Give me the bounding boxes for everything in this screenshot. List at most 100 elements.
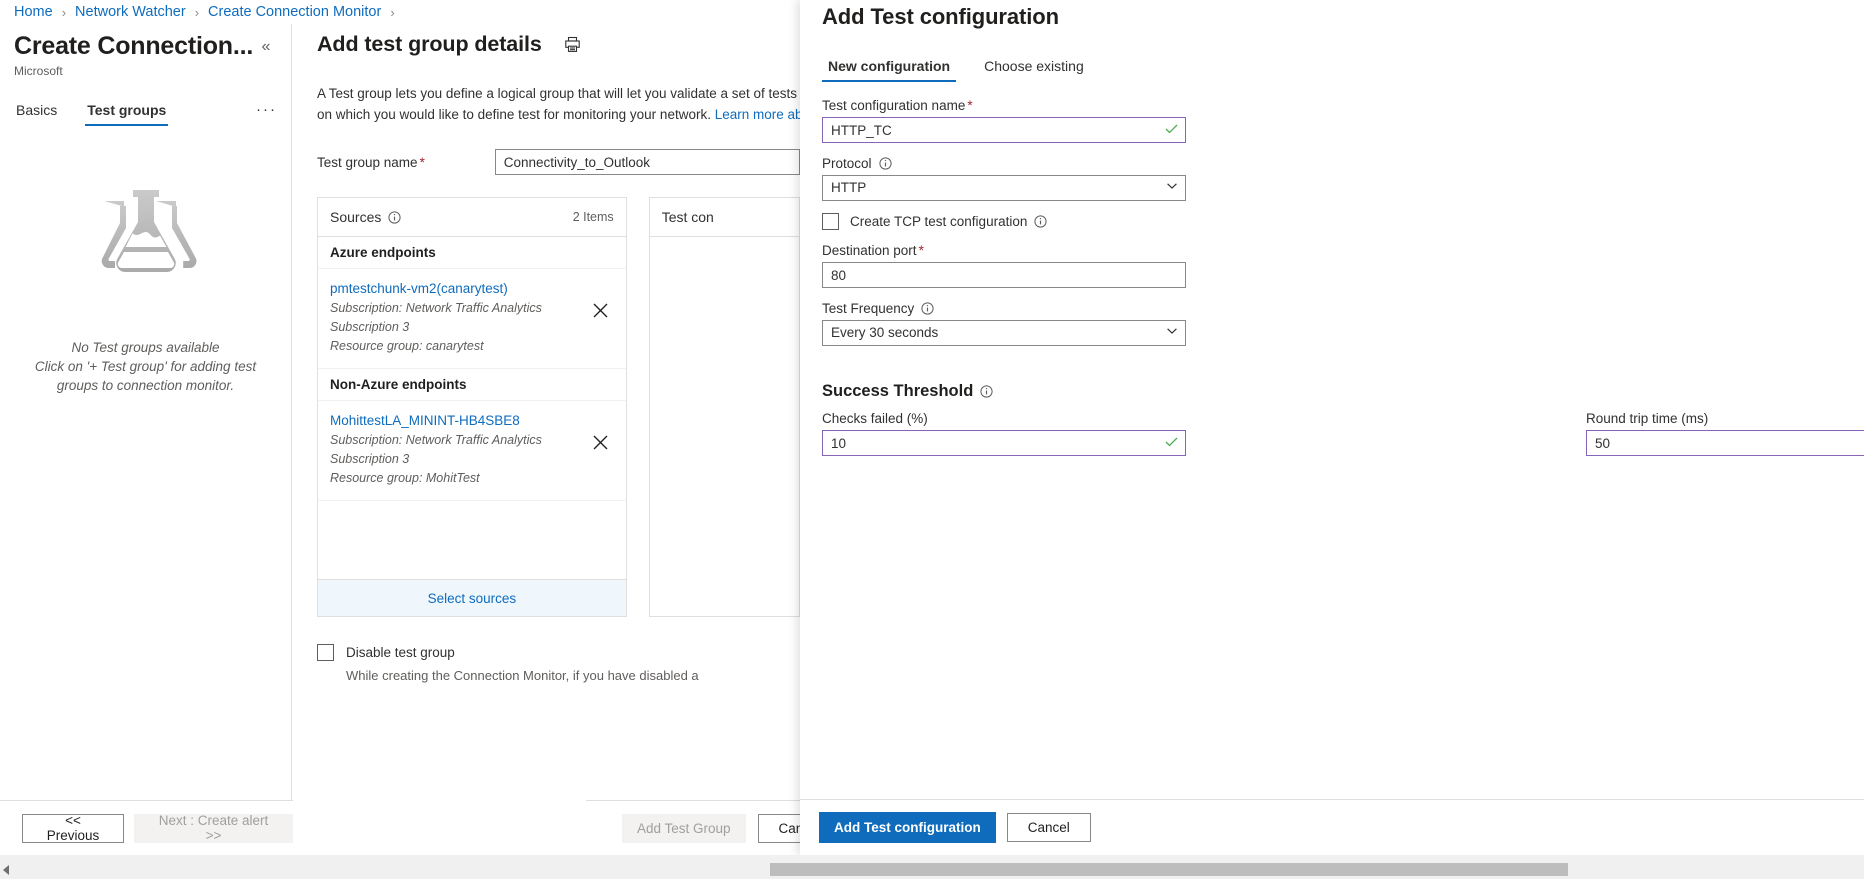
- endpoint-details: MohittestLA_MININT-HB4SBE8 Subscription:…: [330, 411, 586, 488]
- horizontal-scrollbar-track[interactable]: [0, 855, 770, 879]
- disable-test-group-checkbox[interactable]: [317, 644, 334, 661]
- add-test-configuration-tabs: New configuration Choose existing: [800, 54, 1864, 82]
- checks-failed-input[interactable]: [822, 430, 1186, 456]
- tab-test-groups[interactable]: Test groups: [85, 98, 168, 126]
- protocol-label: Protocol: [822, 156, 1864, 171]
- endpoint-resource-group: Resource group: canarytest: [330, 337, 586, 356]
- round-trip-time-label: Round trip time (ms): [1586, 411, 1864, 426]
- info-icon[interactable]: [388, 211, 401, 224]
- info-icon[interactable]: [921, 302, 934, 315]
- tab-basics[interactable]: Basics: [14, 98, 59, 126]
- remove-endpoint-icon[interactable]: [586, 295, 616, 325]
- sources-header-label: Sources: [330, 209, 381, 225]
- cancel-test-group-button[interactable]: Cancel: [758, 814, 800, 843]
- info-icon[interactable]: [1034, 215, 1047, 228]
- destination-port-input[interactable]: [822, 262, 1186, 288]
- test-group-name-input[interactable]: [495, 149, 800, 175]
- test-configuration-name-label: Test configuration name*: [822, 98, 1864, 113]
- description-line-2: on which you would like to define test f…: [317, 107, 711, 122]
- test-configurations-card-header: Test con: [650, 198, 799, 237]
- checks-failed-wrapper: [822, 430, 1186, 456]
- endpoint-cards-row: Sources 2 Items Azure endpoints pmtestch…: [293, 197, 800, 617]
- test-configuration-name-input[interactable]: [822, 117, 1186, 143]
- endpoint-name-link[interactable]: pmtestchunk-vm2(canarytest): [330, 279, 586, 299]
- list-item: MohittestLA_MININT-HB4SBE8 Subscription:…: [318, 401, 626, 501]
- tabs-overflow-icon[interactable]: ···: [256, 101, 277, 124]
- test-configurations-card: Test con: [649, 197, 800, 617]
- breadcrumb-item-network-watcher[interactable]: Network Watcher: [75, 4, 186, 20]
- destination-port-wrapper: [822, 262, 1186, 288]
- success-threshold-title-text: Success Threshold: [822, 382, 973, 401]
- round-trip-time-wrapper: [1586, 430, 1864, 456]
- checks-failed-label: Checks failed (%): [822, 411, 1186, 426]
- sources-card-empty-space: [318, 501, 626, 579]
- empty-state-line-1: No Test groups available: [35, 338, 256, 357]
- test-group-name-label: Test group name*: [317, 155, 495, 170]
- endpoint-subscription: Subscription: Network Traffic Analytics …: [330, 299, 586, 337]
- protocol-label-text: Protocol: [822, 156, 872, 171]
- remove-endpoint-icon[interactable]: [586, 427, 616, 457]
- breadcrumb-separator-icon: ›: [62, 5, 66, 20]
- azure-endpoints-group-header: Azure endpoints: [318, 237, 626, 269]
- empty-state-line-3: groups to connection monitor.: [35, 376, 256, 395]
- non-azure-endpoints-group-header: Non-Azure endpoints: [318, 369, 626, 401]
- protocol-select[interactable]: HTTP: [822, 175, 1186, 201]
- endpoint-subscription: Subscription: Network Traffic Analytics …: [330, 431, 586, 469]
- sources-count: 2 Items: [573, 210, 614, 224]
- learn-more-link[interactable]: Learn more about tes: [715, 107, 800, 122]
- flask-icon: [94, 184, 198, 280]
- create-tcp-test-configuration-row: Create TCP test configuration: [822, 213, 1864, 230]
- sources-card: Sources 2 Items Azure endpoints pmtestch…: [317, 197, 627, 617]
- test-group-title: Add test group details: [317, 32, 542, 57]
- list-item: pmtestchunk-vm2(canarytest) Subscription…: [318, 269, 626, 369]
- endpoint-name-link[interactable]: MohittestLA_MININT-HB4SBE8: [330, 411, 586, 431]
- test-configuration-name-wrapper: [822, 117, 1186, 143]
- destination-port-label: Destination port*: [822, 243, 1864, 258]
- breadcrumb-item-create-connection-monitor[interactable]: Create Connection Monitor: [208, 4, 381, 20]
- add-test-configuration-footer: Add Test configuration Cancel: [800, 799, 1864, 855]
- next-create-alert-button[interactable]: Next : Create alert >>: [134, 814, 293, 843]
- portal-root: Home › Network Watcher › Create Connecti…: [0, 0, 1864, 879]
- create-tcp-test-configuration-label: Create TCP test configuration: [850, 214, 1027, 229]
- scroll-left-arrow-icon[interactable]: [3, 865, 9, 875]
- endpoint-details: pmtestchunk-vm2(canarytest) Subscription…: [330, 279, 586, 356]
- previous-button[interactable]: << Previous: [22, 814, 124, 843]
- create-tcp-test-configuration-checkbox[interactable]: [822, 213, 839, 230]
- success-threshold-heading: Success Threshold: [822, 382, 1864, 401]
- blade-publisher: Microsoft: [0, 62, 291, 78]
- test-group-name-row: Test group name*: [293, 149, 800, 175]
- collapse-blade-icon[interactable]: «: [255, 38, 277, 56]
- tab-new-configuration[interactable]: New configuration: [822, 54, 956, 82]
- description-line-1: A Test group lets you define a logical g…: [317, 86, 800, 101]
- test-frequency-select-wrapper: Every 30 seconds: [822, 320, 1186, 346]
- disable-test-group-block: Disable test group While creating the Co…: [293, 643, 800, 685]
- test-group-description: A Test group lets you define a logical g…: [293, 83, 800, 125]
- test-configurations-card-body: [650, 237, 799, 616]
- horizontal-scrollbar-thumb[interactable]: [770, 863, 1568, 876]
- round-trip-time-input[interactable]: [1586, 430, 1864, 456]
- breadcrumb-item-home[interactable]: Home: [14, 4, 53, 20]
- required-marker: *: [919, 243, 924, 258]
- test-configurations-header-label: Test con: [662, 209, 714, 225]
- info-icon[interactable]: [879, 157, 892, 170]
- select-sources-button[interactable]: Select sources: [318, 579, 626, 616]
- printer-icon[interactable]: [564, 36, 581, 53]
- breadcrumb: Home › Network Watcher › Create Connecti…: [0, 0, 404, 24]
- endpoint-resource-group: Resource group: MohitTest: [330, 469, 586, 488]
- page-title: Create Connection...: [14, 30, 255, 62]
- submit-add-test-configuration-button[interactable]: Add Test configuration: [819, 812, 996, 843]
- breadcrumb-separator-icon: ›: [195, 5, 199, 20]
- add-test-configuration-pane: Add Test configuration New configuration…: [800, 0, 1864, 855]
- test-group-header: Add test group details: [293, 24, 800, 57]
- disable-test-group-description: While creating the Connection Monitor, i…: [346, 667, 800, 685]
- add-test-configuration-form: Test configuration name* Protocol: [800, 82, 1864, 456]
- test-group-footer: Add Test Group Cancel: [586, 800, 800, 855]
- tab-choose-existing[interactable]: Choose existing: [978, 54, 1090, 82]
- cancel-add-test-configuration-button[interactable]: Cancel: [1007, 813, 1091, 842]
- protocol-select-wrapper: HTTP: [822, 175, 1186, 201]
- info-icon[interactable]: [980, 385, 993, 398]
- test-frequency-select[interactable]: Every 30 seconds: [822, 320, 1186, 346]
- breadcrumb-separator-icon: ›: [390, 5, 394, 20]
- add-test-group-button[interactable]: Add Test Group: [622, 814, 746, 843]
- test-frequency-label-text: Test Frequency: [822, 301, 914, 316]
